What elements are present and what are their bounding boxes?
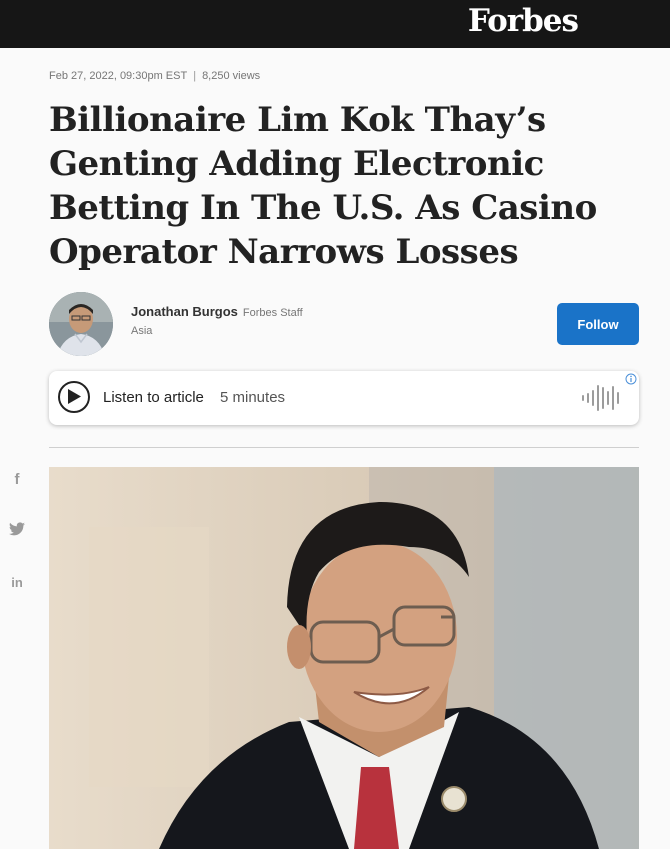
author-name-line: Jonathan Burgos Forbes Staff <box>131 304 303 319</box>
article-headline: Billionaire Lim Kok Thay’s Genting Addin… <box>49 100 597 272</box>
listen-duration: 5 minutes <box>220 389 286 406</box>
linkedin-icon[interactable]: in <box>8 574 26 592</box>
article-hero-image <box>49 467 639 849</box>
audio-waveform-icon <box>582 385 619 411</box>
author-section: Asia <box>131 325 153 337</box>
section-divider <box>49 447 639 448</box>
listen-label: Listen to article <box>103 389 204 406</box>
follow-button[interactable]: Follow <box>557 303 639 345</box>
view-count: 8,250 views <box>202 70 261 82</box>
author-byline: Jonathan Burgos Forbes Staff Asia Follow <box>49 292 639 356</box>
author-name[interactable]: Jonathan Burgos <box>131 304 238 319</box>
listen-to-article-player: Listen to article 5 minutes <box>49 371 639 425</box>
publish-date: Feb 27, 2022, 09:30pm EST <box>49 70 188 82</box>
meta-separator: | <box>193 70 197 82</box>
facebook-icon[interactable]: f <box>8 471 26 489</box>
forbes-logo[interactable]: Forbes <box>468 2 579 40</box>
article-meta: Feb 27, 2022, 09:30pm EST | 8,250 views <box>49 69 260 83</box>
author-avatar[interactable] <box>49 292 113 356</box>
twitter-icon[interactable] <box>8 522 26 540</box>
author-role: Forbes Staff <box>242 307 303 319</box>
info-icon[interactable] <box>625 373 637 385</box>
play-icon[interactable] <box>58 381 90 413</box>
top-navigation-bar: Forbes <box>0 0 670 48</box>
